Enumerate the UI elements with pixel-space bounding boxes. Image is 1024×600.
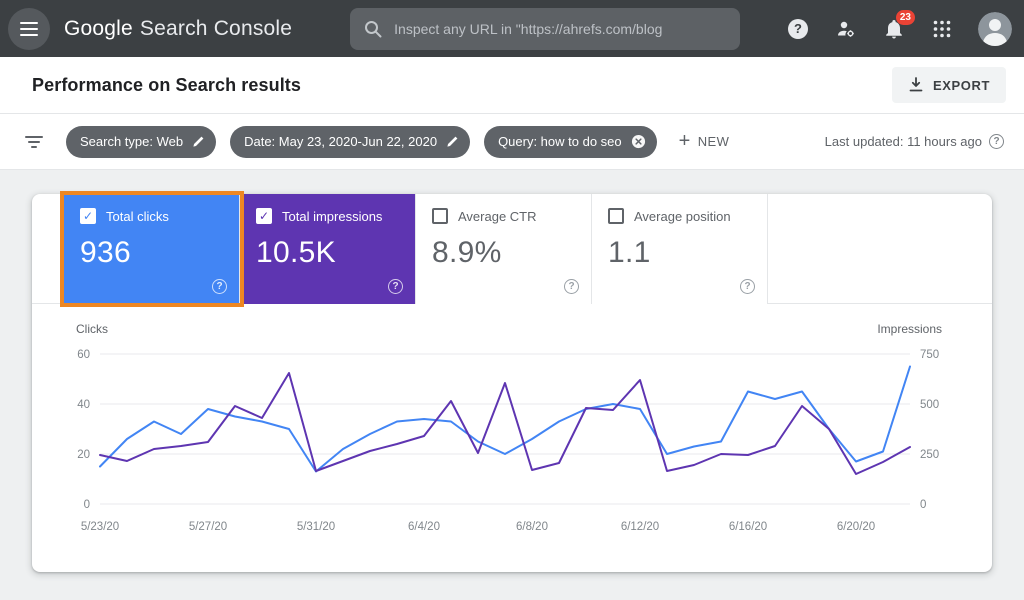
top-app-bar: Google Search Console ? 23 xyxy=(0,0,1024,57)
left-axis-title: Clicks xyxy=(76,322,108,336)
help-icon[interactable]: ? xyxy=(740,279,755,294)
tile-label: Average position xyxy=(634,209,731,224)
right-axis-title: Impressions xyxy=(877,322,942,336)
tile-value: 8.9% xyxy=(432,236,577,270)
search-input[interactable] xyxy=(394,21,726,37)
filter-list-icon xyxy=(25,136,43,148)
svg-text:6/12/20: 6/12/20 xyxy=(621,521,659,533)
page-header: Performance on Search results EXPORT xyxy=(0,57,1024,114)
chip-label: Search type: Web xyxy=(80,134,183,149)
hamburger-menu-button[interactable] xyxy=(8,8,50,50)
svg-text:20: 20 xyxy=(77,449,90,461)
page-title: Performance on Search results xyxy=(32,75,301,96)
metric-tile-total-impressions[interactable]: ✓ Total impressions 10.5K ? xyxy=(240,194,416,304)
filter-bar: Search type: Web Date: May 23, 2020-Jun … xyxy=(0,114,1024,170)
last-updated-text: Last updated: 11 hours ago xyxy=(825,134,982,149)
filter-list-button[interactable] xyxy=(20,128,48,156)
svg-text:6/16/20: 6/16/20 xyxy=(729,521,767,533)
apps-grid-icon xyxy=(933,20,951,38)
export-button[interactable]: EXPORT xyxy=(892,67,1006,103)
tile-value: 936 xyxy=(80,236,225,270)
svg-text:60: 60 xyxy=(77,349,90,361)
hamburger-icon xyxy=(20,22,38,36)
svg-text:6/8/20: 6/8/20 xyxy=(516,521,548,533)
tile-value: 10.5K xyxy=(256,236,401,270)
metric-tile-average-ctr[interactable]: Average CTR 8.9% ? xyxy=(416,194,592,304)
help-icon[interactable]: ? xyxy=(989,134,1004,149)
user-settings-button[interactable] xyxy=(826,9,866,49)
svg-text:5/27/20: 5/27/20 xyxy=(189,521,227,533)
help-icon[interactable]: ? xyxy=(212,279,227,294)
notification-badge: 23 xyxy=(896,10,915,25)
svg-text:0: 0 xyxy=(920,499,926,511)
tile-label: Total impressions xyxy=(282,209,382,224)
checkbox-icon[interactable] xyxy=(432,208,448,224)
svg-text:0: 0 xyxy=(84,499,90,511)
svg-text:40: 40 xyxy=(77,399,90,411)
svg-text:500: 500 xyxy=(920,399,939,411)
logo-brand-text: Google xyxy=(64,17,133,41)
tile-label: Total clicks xyxy=(106,209,169,224)
chip-label: Query: how to do seo xyxy=(498,134,622,149)
svg-text:5/31/20: 5/31/20 xyxy=(297,521,335,533)
performance-card: ✓ Total clicks 936 ? ✓ Total impressions… xyxy=(32,194,992,572)
export-label: EXPORT xyxy=(933,78,990,93)
filter-chip-search-type[interactable]: Search type: Web xyxy=(66,126,216,158)
svg-text:250: 250 xyxy=(920,449,939,461)
logo-product-text: Search Console xyxy=(140,17,292,41)
metric-tiles-row: ✓ Total clicks 936 ? ✓ Total impressions… xyxy=(32,194,992,304)
download-icon xyxy=(908,77,924,93)
account-avatar[interactable] xyxy=(978,12,1012,46)
help-icon[interactable]: ? xyxy=(564,279,579,294)
help-icon[interactable]: ? xyxy=(388,279,403,294)
help-button[interactable]: ? xyxy=(778,9,818,49)
notifications-button[interactable]: 23 xyxy=(874,9,914,49)
avatar-image xyxy=(978,12,1012,46)
apps-grid-button[interactable] xyxy=(922,9,962,49)
filter-chip-date[interactable]: Date: May 23, 2020-Jun 22, 2020 xyxy=(230,126,470,158)
search-icon xyxy=(364,20,382,38)
metric-tile-average-position[interactable]: Average position 1.1 ? xyxy=(592,194,768,304)
edit-pencil-icon[interactable] xyxy=(446,135,459,148)
filter-chip-query[interactable]: Query: how to do seo xyxy=(484,126,657,158)
svg-text:6/20/20: 6/20/20 xyxy=(837,521,875,533)
axis-titles: Clicks Impressions xyxy=(32,322,992,340)
checkbox-icon[interactable]: ✓ xyxy=(256,208,272,224)
help-icon: ? xyxy=(788,19,808,39)
chip-label: Date: May 23, 2020-Jun 22, 2020 xyxy=(244,134,437,149)
checkbox-icon[interactable] xyxy=(608,208,624,224)
app-logo[interactable]: Google Search Console xyxy=(64,17,292,41)
checkbox-icon[interactable]: ✓ xyxy=(80,208,96,224)
metric-tile-total-clicks[interactable]: ✓ Total clicks 936 ? xyxy=(64,194,240,304)
user-settings-icon xyxy=(836,19,856,39)
tile-value: 1.1 xyxy=(608,236,753,270)
last-updated: Last updated: 11 hours ago ? xyxy=(825,134,1004,149)
performance-chart[interactable]: 0 0 20 250 40 500 60 750 5/23/20 5/27/20 5/31/20 6/… xyxy=(32,340,992,540)
url-inspection-searchbox[interactable] xyxy=(350,8,740,50)
tile-label: Average CTR xyxy=(458,209,537,224)
topbar-actions: ? 23 xyxy=(778,9,1012,49)
chart-area: Clicks Impressions 0 0 20 250 40 500 60 750 5/23… xyxy=(32,304,992,540)
new-filter-button[interactable]: + NEW xyxy=(679,133,730,151)
svg-text:6/4/20: 6/4/20 xyxy=(408,521,440,533)
svg-text:750: 750 xyxy=(920,349,939,361)
remove-filter-icon[interactable] xyxy=(631,134,646,149)
content-area: ✓ Total clicks 936 ? ✓ Total impressions… xyxy=(0,170,1024,572)
plus-icon: + xyxy=(679,131,691,151)
edit-pencil-icon[interactable] xyxy=(192,135,205,148)
svg-text:5/23/20: 5/23/20 xyxy=(81,521,119,533)
new-filter-label: NEW xyxy=(698,134,730,149)
